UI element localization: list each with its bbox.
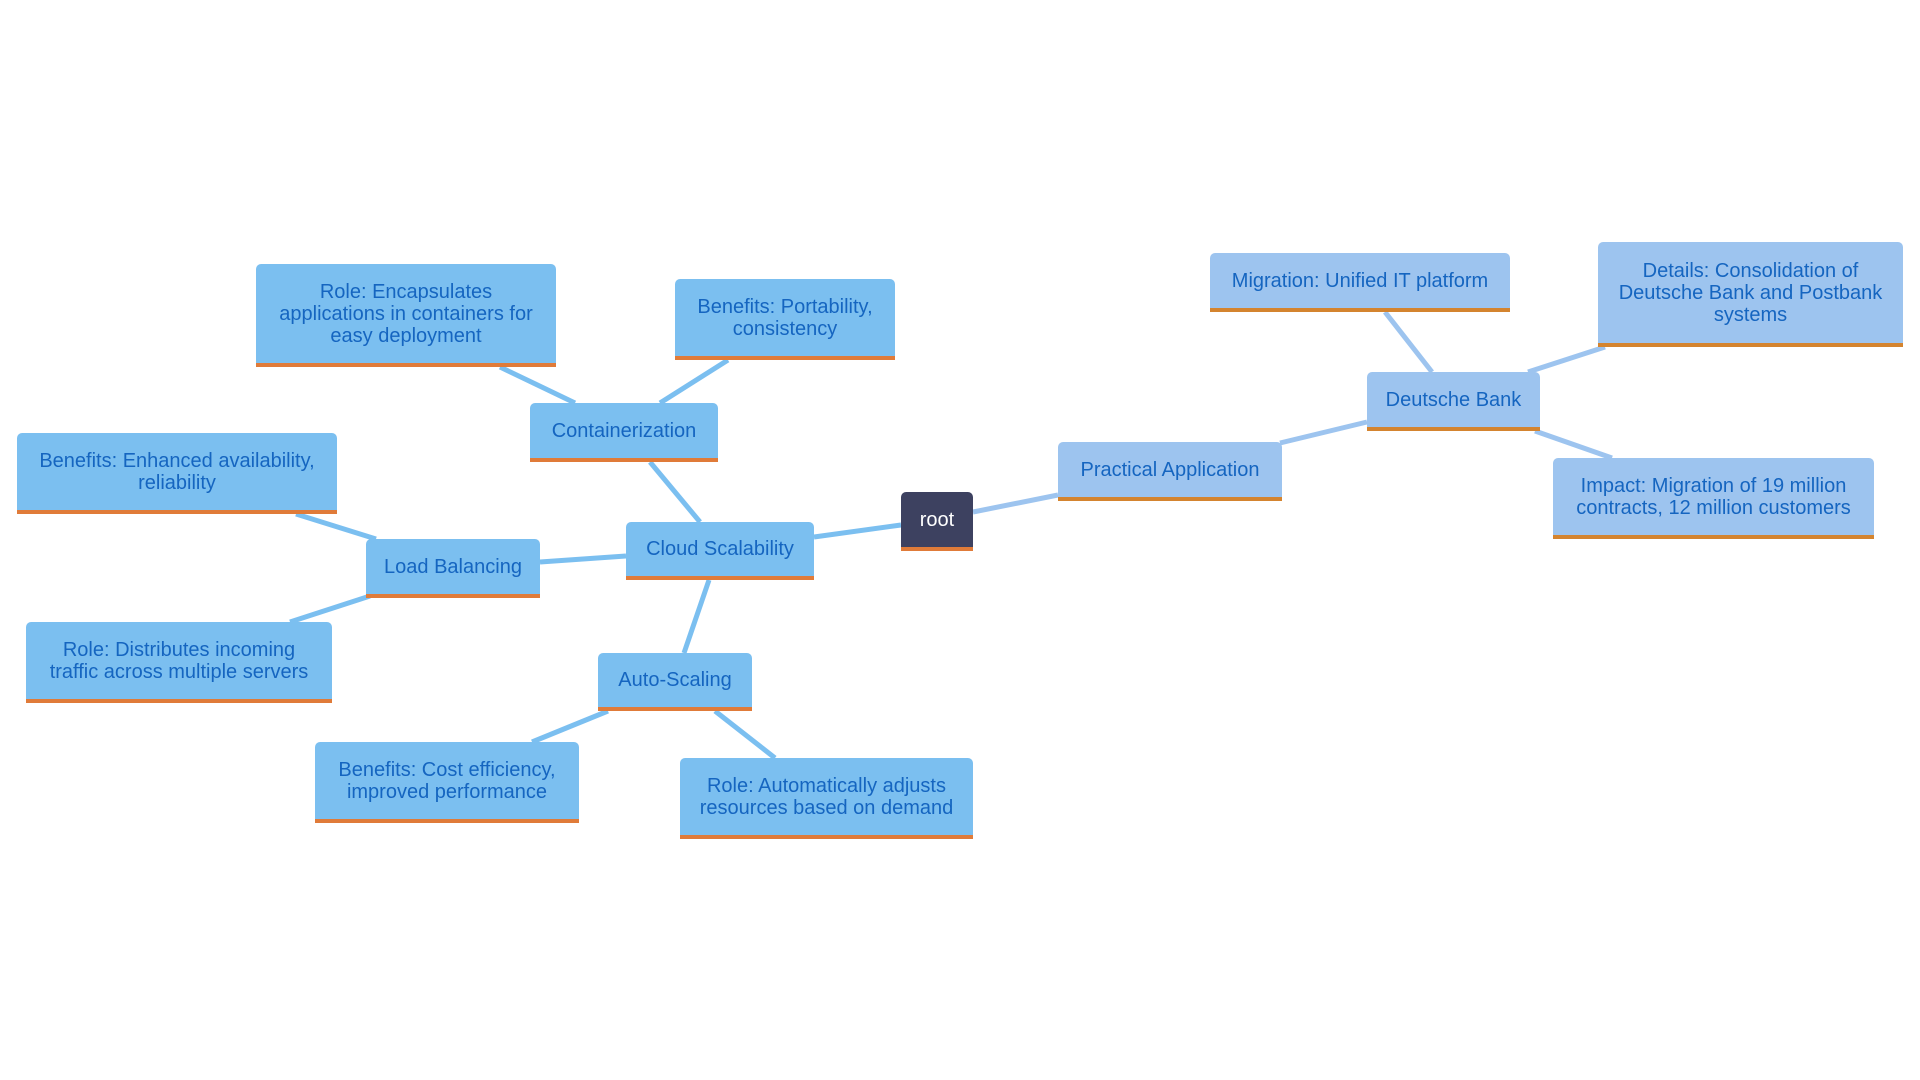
node-load-balancing-role[interactable]: Role: Distributes incoming traffic acros… xyxy=(26,622,332,703)
node-auto-scaling[interactable]: Auto-Scaling xyxy=(598,653,752,711)
node-containerization-benefits[interactable]: Benefits: Portability, consistency xyxy=(675,279,895,360)
edge-contain-ben xyxy=(658,357,730,406)
node-load-balancing-benefits[interactable]: Benefits: Enhanced availability, reliabi… xyxy=(17,433,337,514)
node-containerization[interactable]: Containerization xyxy=(530,403,718,462)
edge-prac-db xyxy=(1279,419,1368,446)
node-deutsche-bank[interactable]: Deutsche Bank xyxy=(1367,372,1540,431)
node-auto-scaling-role[interactable]: Role: Automatically adjusts resources ba… xyxy=(680,758,973,839)
edge-db-det xyxy=(1527,344,1606,375)
edge-cloud-as xyxy=(681,579,712,654)
edge-as-ben xyxy=(531,708,609,745)
node-practical-application[interactable]: Practical Application xyxy=(1058,442,1282,501)
edge-contain-role xyxy=(498,364,577,406)
edge-db-imp xyxy=(1534,428,1613,461)
node-auto-scaling-benefits[interactable]: Benefits: Cost efficiency, improved perf… xyxy=(315,742,579,823)
node-root[interactable]: root xyxy=(901,492,973,551)
edge-root-prac xyxy=(972,492,1059,515)
edge-cloud-lb xyxy=(539,553,627,565)
edge-lb-ben xyxy=(295,511,377,542)
edge-cloud-contain xyxy=(648,460,702,524)
edge-db-mig xyxy=(1383,310,1434,374)
node-load-balancing[interactable]: Load Balancing xyxy=(366,539,540,598)
node-deutsche-bank-details[interactable]: Details: Consolidation of Deutsche Bank … xyxy=(1598,242,1903,347)
node-containerization-role[interactable]: Role: Encapsulates applications in conta… xyxy=(256,264,556,367)
edge-root-cloud xyxy=(813,522,902,540)
node-cloud-scalability[interactable]: Cloud Scalability xyxy=(626,522,814,580)
node-deutsche-bank-impact[interactable]: Impact: Migration of 19 million contract… xyxy=(1553,458,1874,539)
node-deutsche-bank-migration[interactable]: Migration: Unified IT platform xyxy=(1210,253,1510,312)
edge-lb-role xyxy=(289,593,371,625)
edge-as-role xyxy=(713,709,777,760)
